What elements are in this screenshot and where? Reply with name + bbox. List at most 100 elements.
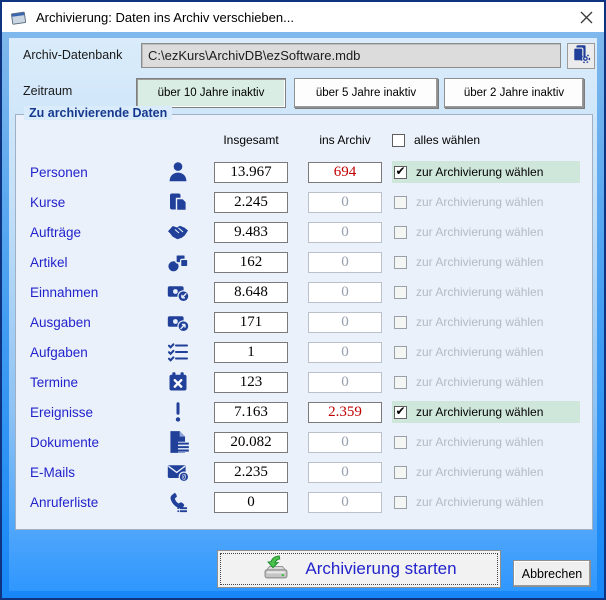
row-checkbox-label: zur Archivierung wählen — [416, 285, 543, 299]
total-count-field: 1 — [214, 342, 288, 363]
row-label: Artikel — [30, 255, 158, 270]
table-row: Artikel 162 0 zur Archivierung wählen — [16, 247, 592, 277]
row-checkbox-label: zur Archivierung wählen — [416, 225, 543, 239]
clipboard-icon — [158, 190, 198, 214]
row-label: Aufgaben — [30, 345, 158, 360]
checkbox-icon[interactable] — [394, 226, 407, 239]
checkbox-icon[interactable] — [394, 316, 407, 329]
row-label: Ausgaben — [30, 315, 158, 330]
money-in-icon — [158, 280, 198, 304]
row-archive-toggle[interactable]: zur Archivierung wählen — [392, 371, 580, 393]
table-row: Dokumente 20.082 0 zur Archivierung wähl… — [16, 427, 592, 457]
total-count-field: 7.163 — [214, 402, 288, 423]
row-archive-toggle[interactable]: zur Archivierung wählen — [392, 161, 580, 183]
row-label: Kurse — [30, 195, 158, 210]
handshake-icon — [158, 220, 198, 244]
database-browse-button[interactable] — [567, 43, 595, 69]
row-archive-toggle[interactable]: zur Archivierung wählen — [392, 431, 580, 453]
row-checkbox-label: zur Archivierung wählen — [416, 435, 543, 449]
clipboard-gear-icon — [570, 43, 592, 70]
row-label: Ereignisse — [30, 405, 158, 420]
archive-count-field: 0 — [308, 192, 382, 213]
row-checkbox-label: zur Archivierung wählen — [416, 465, 543, 479]
zeitraum-5-years-button[interactable]: über 5 Jahre inaktiv — [294, 78, 438, 108]
email-icon: @ — [158, 460, 198, 484]
total-column-header: Insgesamt — [214, 133, 288, 147]
archive-count-field: 0 — [308, 462, 382, 483]
row-label: Termine — [30, 375, 158, 390]
document-icon — [158, 429, 198, 455]
checkbox-icon[interactable] — [394, 286, 407, 299]
archive-count-field: 0 — [308, 282, 382, 303]
checkbox-icon[interactable] — [394, 166, 407, 179]
row-archive-toggle[interactable]: zur Archivierung wählen — [392, 251, 580, 273]
row-checkbox-label: zur Archivierung wählen — [416, 165, 543, 179]
table-row: Aufgaben 1 0 zur Archivierung wählen — [16, 337, 592, 367]
row-checkbox-label: zur Archivierung wählen — [416, 195, 543, 209]
cancel-button[interactable]: Abbrechen — [513, 560, 591, 587]
table-header: Insgesamt ins Archiv alles wählen — [16, 127, 592, 153]
table-row: E-Mails @ 2.235 0 zur Archivierung wähle… — [16, 457, 592, 487]
row-archive-toggle[interactable]: zur Archivierung wählen — [392, 311, 580, 333]
row-archive-toggle[interactable]: zur Archivierung wählen — [392, 491, 580, 513]
archive-data-groupbox: Zu archivierende Daten Insgesamt ins Arc… — [15, 114, 593, 530]
archive-drive-icon — [261, 554, 291, 585]
select-all-label: alles wählen — [414, 133, 480, 147]
packages-icon — [158, 250, 198, 274]
app-form-icon — [10, 10, 27, 25]
total-count-field: 13.967 — [214, 162, 288, 183]
row-archive-toggle[interactable]: zur Archivierung wählen — [392, 191, 580, 213]
archive-count-field: 0 — [308, 342, 382, 363]
checkbox-icon[interactable] — [394, 256, 407, 269]
table-row: Ereignisse 7.163 2.359 zur Archivierung … — [16, 397, 592, 427]
total-count-field: 20.082 — [214, 432, 288, 453]
exclamation-icon — [158, 399, 198, 425]
rows: Personen 13.967 694 zur Archivierung wäh… — [16, 157, 592, 517]
table-row: Termine 123 0 zur Archivierung wählen — [16, 367, 592, 397]
checkbox-icon[interactable] — [394, 436, 407, 449]
archive-count-field: 694 — [308, 162, 382, 183]
row-checkbox-label: zur Archivierung wählen — [416, 345, 543, 359]
checkbox-icon[interactable] — [394, 406, 407, 419]
row-checkbox-label: zur Archivierung wählen — [416, 255, 543, 269]
checkbox-icon[interactable] — [394, 466, 407, 479]
archive-count-field: 0 — [308, 252, 382, 273]
zeitraum-label: Zeitraum — [23, 84, 72, 98]
archive-count-field: 0 — [308, 372, 382, 393]
row-label: Dokumente — [30, 435, 158, 450]
checkbox-icon[interactable] — [394, 376, 407, 389]
zeitraum-buttons: über 10 Jahre inaktiv über 5 Jahre inakt… — [136, 78, 584, 108]
phone-list-icon — [158, 489, 198, 515]
zeitraum-2-years-button[interactable]: über 2 Jahre inaktiv — [444, 78, 584, 108]
row-archive-toggle[interactable]: zur Archivierung wählen — [392, 221, 580, 243]
row-archive-toggle[interactable]: zur Archivierung wählen — [392, 341, 580, 363]
archive-column-header: ins Archiv — [308, 133, 382, 147]
close-icon[interactable] — [578, 9, 594, 25]
table-row: Einnahmen 8.648 0 zur Archivierung wähle… — [16, 277, 592, 307]
row-archive-toggle[interactable]: zur Archivierung wählen — [392, 461, 580, 483]
database-path-field[interactable]: C:\ezKurs\ArchivDB\ezSoftware.mdb — [141, 43, 561, 68]
row-label: Anruferliste — [30, 495, 158, 510]
checkbox-icon[interactable] — [394, 346, 407, 359]
window-title: Archivierung: Daten ins Archiv verschieb… — [36, 10, 578, 25]
total-count-field: 2.245 — [214, 192, 288, 213]
table-row: Kurse 2.245 0 zur Archivierung wählen — [16, 187, 592, 217]
start-archiving-button[interactable]: Archivierung starten — [217, 550, 501, 588]
zeitraum-10-years-button[interactable]: über 10 Jahre inaktiv — [136, 78, 286, 108]
archive-count-field: 0 — [308, 492, 382, 513]
dialog-frame: Archiv-Datenbank C:\ezKurs\ArchivDB\ezSo… — [2, 32, 604, 598]
table-row: Ausgaben 171 0 zur Archivierung wählen — [16, 307, 592, 337]
row-checkbox-label: zur Archivierung wählen — [416, 495, 543, 509]
database-label: Archiv-Datenbank — [23, 48, 122, 62]
row-archive-toggle[interactable]: zur Archivierung wählen — [392, 281, 580, 303]
select-all-control[interactable]: alles wählen — [392, 133, 580, 147]
checkbox-icon[interactable] — [394, 196, 407, 209]
total-count-field: 0 — [214, 492, 288, 513]
row-archive-toggle[interactable]: zur Archivierung wählen — [392, 401, 580, 423]
checkbox-icon[interactable] — [394, 496, 407, 509]
row-label: Aufträge — [30, 225, 158, 240]
table-row: Anruferliste 0 0 zur Archivierung wählen — [16, 487, 592, 517]
row-checkbox-label: zur Archivierung wählen — [416, 315, 543, 329]
row-label: E-Mails — [30, 465, 158, 480]
select-all-checkbox-icon[interactable] — [392, 134, 405, 147]
